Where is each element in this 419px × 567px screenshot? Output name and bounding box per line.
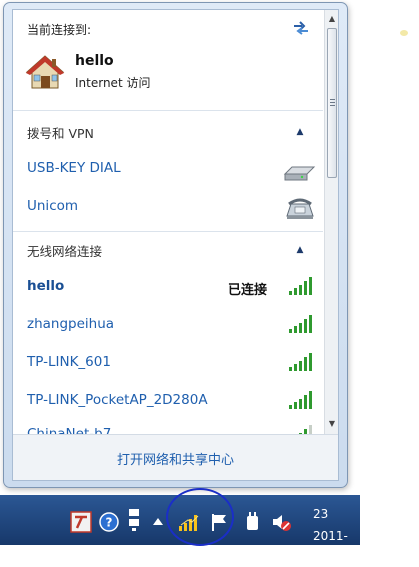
network-list: 当前连接到: hello Internet 访问 拨号和 VPN ▲ USB-K… — [13, 10, 323, 434]
grip-line — [330, 102, 335, 103]
dialup-item-unicom[interactable]: Unicom — [27, 198, 78, 214]
section-header-wireless: 无线网络连接 — [27, 244, 103, 259]
wifi-item-tp-link-pocketap[interactable]: TP-LINK_PocketAP_2D280A — [27, 392, 208, 408]
clock-date[interactable]: 2011- — [313, 529, 348, 543]
signal-strength-icon — [288, 424, 314, 434]
section-header-dialup: 拨号和 VPN — [27, 126, 94, 141]
divider — [13, 231, 323, 232]
collapse-dialup-button[interactable]: ▲ — [293, 126, 307, 138]
signal-strength-icon — [288, 314, 314, 334]
current-connection-header: 当前连接到: — [27, 23, 92, 37]
scrollbar-thumb[interactable] — [327, 28, 337, 178]
scroll-up-button[interactable]: ▲ — [325, 11, 338, 27]
wifi-item-partial[interactable]: ChinaNet-b7 — [27, 426, 111, 434]
phone-icon — [283, 194, 317, 220]
scroll-down-button[interactable]: ▼ — [325, 416, 338, 432]
wifi-connected-status: 已连接 — [228, 283, 268, 298]
grip-line — [330, 99, 335, 100]
wifi-item-tp-link-601[interactable]: TP-LINK_601 — [27, 354, 111, 370]
svg-text:?: ? — [106, 516, 113, 530]
open-network-sharing-center-link[interactable]: 打开网络和共享中心 — [13, 449, 338, 468]
signal-strength-icon — [288, 276, 314, 296]
refresh-button[interactable] — [290, 18, 312, 38]
modem-icon — [282, 158, 316, 184]
current-connection-name: hello — [75, 53, 114, 69]
wifi-item-zhangpeihua[interactable]: zhangpeihua — [27, 316, 114, 332]
wifi-item-hello[interactable]: hello — [27, 278, 64, 294]
network-list-scrollbar[interactable]: ▲ ▼ — [324, 10, 338, 434]
refresh-icon — [294, 21, 308, 35]
app-tray-icon[interactable] — [70, 511, 92, 533]
current-connection-status: Internet 访问 — [75, 76, 151, 90]
grip-line — [330, 105, 335, 106]
stray-mark — [400, 30, 408, 36]
power-plug-icon[interactable] — [242, 511, 264, 533]
network-flyout: 当前连接到: hello Internet 访问 拨号和 VPN ▲ USB-K… — [3, 2, 348, 488]
network-panel: 当前连接到: hello Internet 访问 拨号和 VPN ▲ USB-K… — [12, 9, 339, 481]
signal-strength-icon — [288, 352, 314, 372]
flyout-footer: 打开网络和共享中心 — [13, 434, 338, 480]
highlight-circle-annotation — [166, 488, 234, 546]
display-icon[interactable] — [126, 507, 148, 531]
divider — [13, 110, 323, 111]
house-network-icon — [25, 53, 65, 91]
clock-time[interactable]: 23 — [313, 507, 328, 521]
volume-muted-icon[interactable] — [270, 511, 292, 533]
help-icon[interactable]: ? — [98, 511, 120, 533]
signal-strength-icon — [288, 390, 314, 410]
collapse-wireless-button[interactable]: ▲ — [293, 244, 307, 256]
dialup-item-usb-key-dial[interactable]: USB-KEY DIAL — [27, 160, 121, 176]
